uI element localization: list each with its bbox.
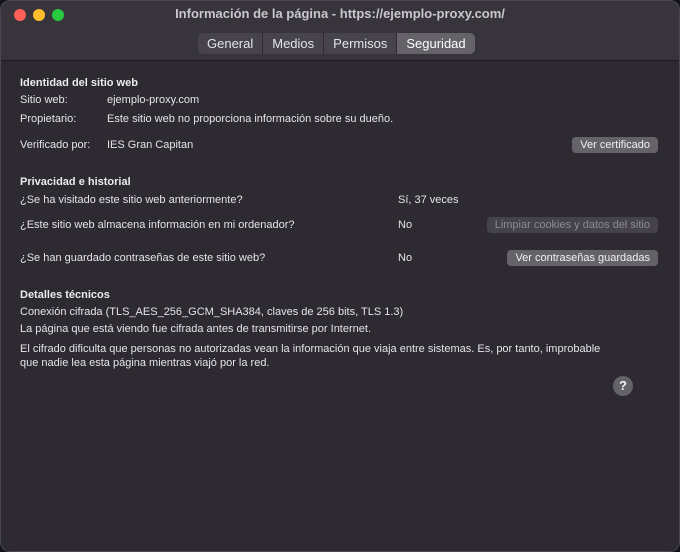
security-panel: Identidad del sitio web Sitio web: ejemp… <box>1 62 679 551</box>
visited-question: ¿Se ha visitado este sitio web anteriorm… <box>20 194 243 206</box>
passwords-answer: No <box>398 252 413 264</box>
storage-answer: No <box>398 219 413 231</box>
clear-cookies-button[interactable]: Limpiar cookies y datos del sitio <box>486 217 658 233</box>
tab-medios[interactable]: Medios <box>263 33 325 54</box>
tab-seguridad[interactable]: Seguridad <box>397 33 475 54</box>
connection-details: Conexión cifrada (TLS_AES_256_GCM_SHA384… <box>20 306 404 318</box>
help-button[interactable]: ? <box>613 376 633 396</box>
visited-answer: Sí, 37 veces <box>398 194 459 206</box>
view-certificate-button[interactable]: Ver certificado <box>572 137 658 153</box>
storage-question: ¿Este sitio web almacena información en … <box>20 219 295 231</box>
encrypted-note: La página que está viendo fue cifrada an… <box>20 323 371 335</box>
window-title: Información de la página - https://ejemp… <box>175 6 505 21</box>
owner-value: Este sitio web no proporciona informació… <box>107 113 394 125</box>
identity-heading: Identidad del sitio web <box>20 77 138 89</box>
technical-heading: Detalles técnicos <box>20 289 110 301</box>
passwords-question: ¿Se han guardado contraseñas de este sit… <box>20 252 266 264</box>
encryption-explanation-line1: El cifrado dificulta que personas no aut… <box>20 343 601 355</box>
view-saved-passwords-button[interactable]: Ver contraseñas guardadas <box>507 250 658 266</box>
titlebar: Información de la página - https://ejemp… <box>1 1 679 61</box>
site-label: Sitio web: <box>20 94 68 106</box>
tab-permisos[interactable]: Permisos <box>324 33 398 54</box>
tab-general[interactable]: General <box>198 33 264 54</box>
verified-by-value: IES Gran Capitan <box>107 139 194 151</box>
owner-label: Propietario: <box>20 113 77 125</box>
verified-by-label: Verificado por: <box>20 139 91 151</box>
privacy-heading: Privacidad e historial <box>20 176 131 188</box>
tab-bar: General Medios Permisos Seguridad <box>198 33 475 54</box>
encryption-explanation-line2: que nadie lea esta página mientras viajó… <box>20 357 270 369</box>
site-value: ejemplo-proxy.com <box>107 94 200 106</box>
page-info-window: Información de la página - https://ejemp… <box>0 0 680 552</box>
